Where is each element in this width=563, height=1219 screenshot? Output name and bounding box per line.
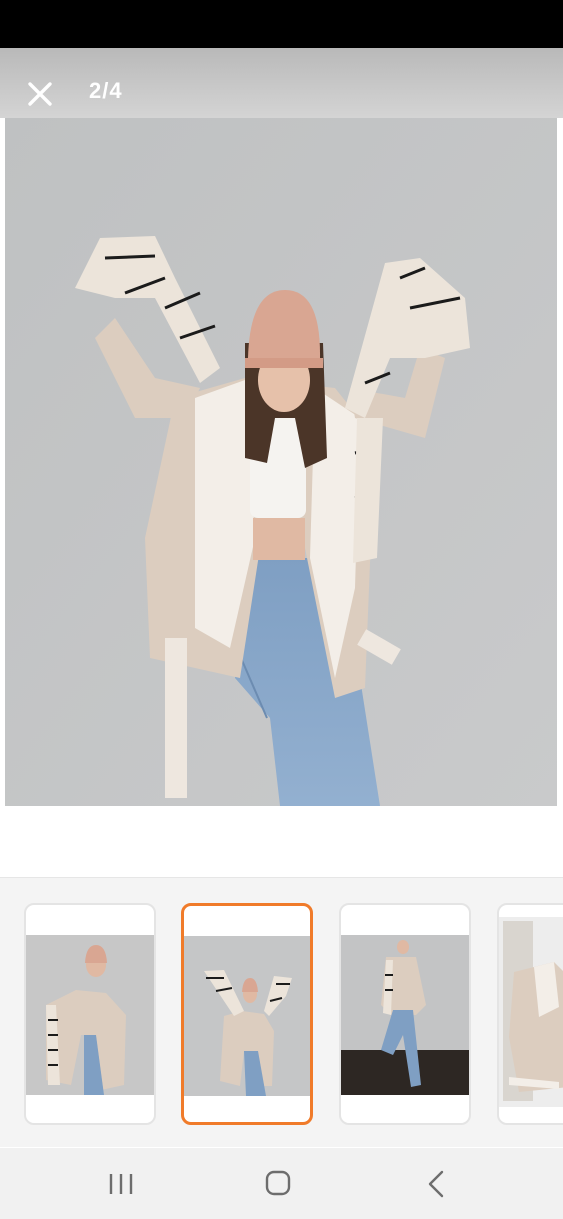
home-button[interactable] [258, 1166, 298, 1202]
back-button[interactable] [416, 1166, 456, 1202]
close-icon [28, 82, 52, 106]
viewer-header: 2/4 [0, 48, 563, 118]
back-icon [428, 1170, 444, 1198]
close-button[interactable] [22, 76, 58, 112]
thumbnail-2[interactable] [181, 903, 313, 1125]
thumbnail-4[interactable] [497, 903, 563, 1125]
image-counter: 2/4 [89, 78, 123, 103]
recent-apps-icon [109, 1174, 133, 1194]
outfit-photo-illustration [5, 118, 557, 806]
photo-thumbnail-icon [341, 935, 469, 1095]
thumbnail-1[interactable] [24, 903, 156, 1125]
main-photo[interactable] [5, 118, 557, 806]
photo-thumbnail-icon [26, 935, 154, 1095]
photo-thumbnail-icon [184, 936, 310, 1096]
photo-thumbnail-icon [499, 917, 563, 1107]
thumbnail-strip[interactable] [0, 877, 563, 1147]
system-navigation-bar [0, 1148, 563, 1219]
recent-apps-button[interactable] [101, 1166, 141, 1202]
status-bar [0, 0, 563, 48]
thumbnail-3[interactable] [339, 903, 471, 1125]
home-icon [265, 1170, 291, 1196]
